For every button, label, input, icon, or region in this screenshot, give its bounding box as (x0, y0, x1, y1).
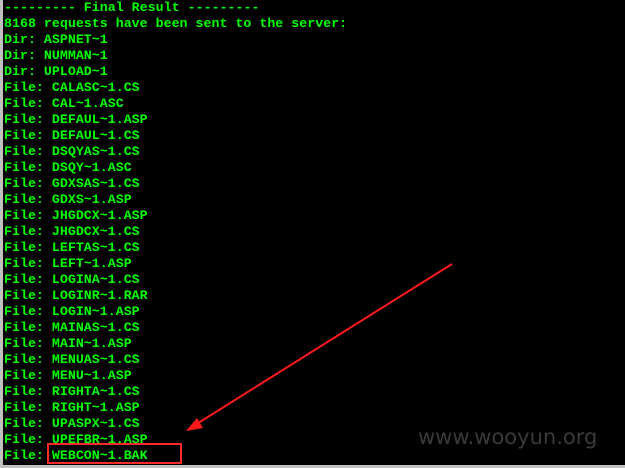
arrow-line (194, 263, 453, 426)
annotation-layer (47, 263, 453, 464)
watermark: www.wooyun.org (418, 425, 598, 449)
arrow-head-icon (186, 418, 203, 431)
highlight-box (47, 443, 182, 464)
